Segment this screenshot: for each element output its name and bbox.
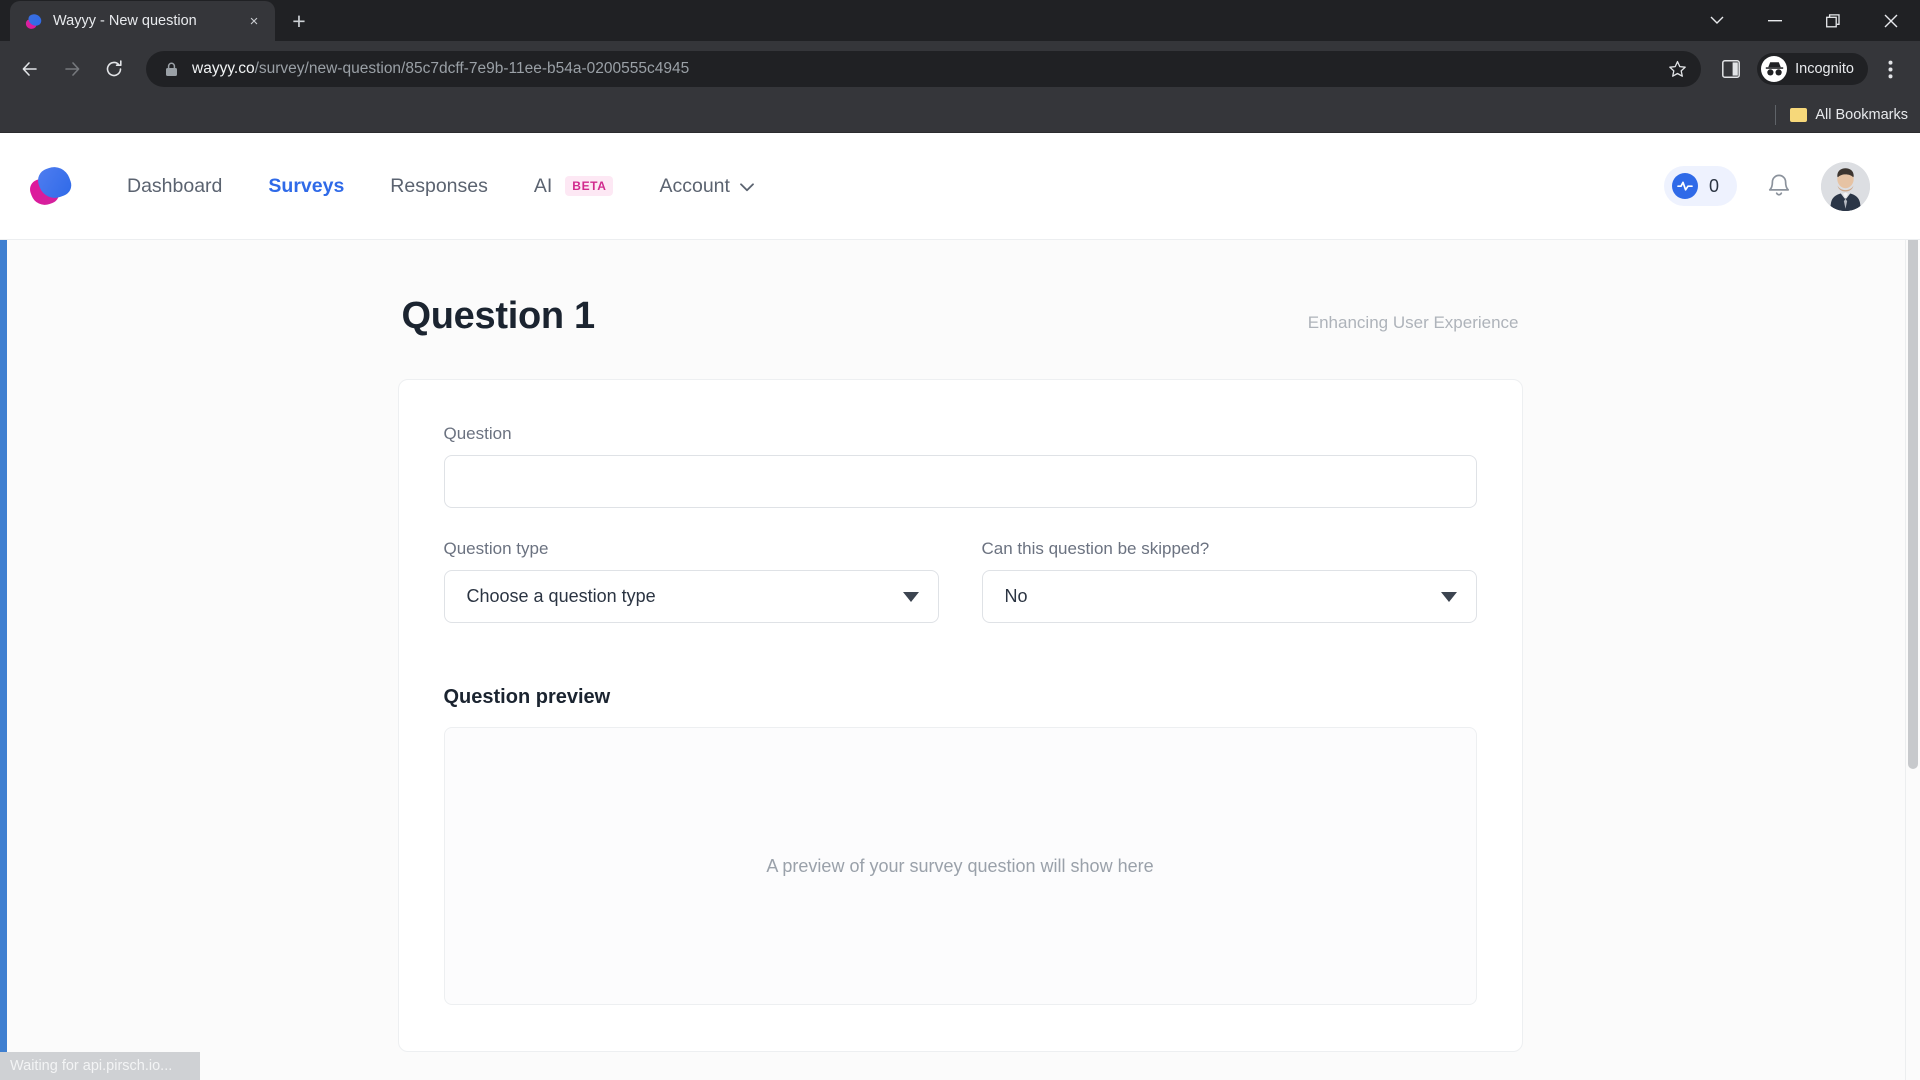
folder-icon xyxy=(1790,107,1808,122)
chevron-down-icon xyxy=(1440,591,1457,602)
back-icon[interactable] xyxy=(10,49,50,89)
page-viewport: Dashboard Surveys Responses AI BETA Acco… xyxy=(0,133,1920,1080)
main-nav: Dashboard Surveys Responses AI BETA Acco… xyxy=(104,175,777,198)
bookmark-star-icon[interactable] xyxy=(1659,60,1695,79)
new-tab-button[interactable]: + xyxy=(282,4,316,38)
skippable-label: Can this question be skipped? xyxy=(981,539,1210,558)
nav-item-ai[interactable]: AI BETA xyxy=(511,175,637,198)
question-type-value: Choose a question type xyxy=(466,586,656,606)
tab-title: Wayyy - New question xyxy=(53,13,197,29)
minimize-icon[interactable] xyxy=(1746,0,1804,41)
survey-name-label: Enhancing User Experience xyxy=(1307,313,1519,332)
close-window-icon[interactable] xyxy=(1862,0,1920,41)
browser-tab[interactable]: Wayyy - New question × xyxy=(10,1,275,41)
browser-toolbar: wayyy.co/survey/new-question/85c7dcff-7e… xyxy=(0,41,1920,97)
user-avatar[interactable] xyxy=(1821,161,1870,211)
save-row: Save Changes xyxy=(398,1052,1523,1080)
tab-search-chevron-icon[interactable] xyxy=(1688,0,1746,41)
nav-item-dashboard[interactable]: Dashboard xyxy=(104,175,245,198)
url-text: wayyy.co/survey/new-question/85c7dcff-7e… xyxy=(192,60,1659,78)
question-input[interactable] xyxy=(443,455,1477,508)
page-title: Question 1 xyxy=(401,295,596,337)
question-preview-box: A preview of your survey question will s… xyxy=(443,727,1477,1005)
incognito-icon xyxy=(1761,56,1788,82)
nav-item-account[interactable]: Account xyxy=(636,175,776,198)
nav-item-surveys[interactable]: Surveys xyxy=(245,175,367,198)
bell-icon[interactable] xyxy=(1765,172,1793,200)
nav-item-responses[interactable]: Responses xyxy=(367,175,511,198)
question-label: Question xyxy=(443,424,512,443)
skippable-select[interactable]: No xyxy=(981,570,1477,623)
side-panel-icon[interactable] xyxy=(1711,49,1751,89)
address-bar[interactable]: wayyy.co/survey/new-question/85c7dcff-7e… xyxy=(146,51,1702,87)
reload-icon[interactable] xyxy=(94,49,134,89)
incognito-indicator[interactable]: Incognito xyxy=(1757,53,1868,85)
browser-window: Wayyy - New question × + wayyy.co/survey… xyxy=(0,0,1920,1080)
bookmarks-divider xyxy=(1775,104,1777,125)
bookmarks-bar: All Bookmarks xyxy=(0,97,1920,133)
question-type-label: Question type xyxy=(443,539,549,558)
nav-right-group: 0 xyxy=(1663,161,1870,211)
page-scrollbar[interactable] xyxy=(1905,133,1920,1080)
restore-icon[interactable] xyxy=(1804,0,1862,41)
wayyy-logo-icon xyxy=(24,11,43,30)
question-type-select[interactable]: Choose a question type xyxy=(443,570,939,623)
lock-icon xyxy=(162,62,180,77)
credits-count: 0 xyxy=(1708,175,1719,196)
three-dot-menu-icon[interactable] xyxy=(1870,49,1910,89)
tab-strip: Wayyy - New question × + xyxy=(0,0,1920,41)
all-bookmarks-label[interactable]: All Bookmarks xyxy=(1815,107,1908,123)
url-path: /survey/new-question/85c7dcff-7e9b-11ee-… xyxy=(254,60,690,77)
skippable-group: Can this question be skipped? No xyxy=(981,539,1477,623)
chevron-down-icon xyxy=(740,175,754,198)
question-preview-heading: Question preview xyxy=(443,686,611,708)
close-icon[interactable]: × xyxy=(243,10,265,32)
wayyy-logo[interactable] xyxy=(27,162,75,209)
question-preview-empty-text: A preview of your survey question will s… xyxy=(766,855,1154,876)
nav-item-account-label: Account xyxy=(659,174,730,197)
question-form-card: Question Question type Choose a question… xyxy=(397,379,1523,1052)
forward-icon[interactable] xyxy=(52,49,92,89)
window-controls xyxy=(1688,0,1920,41)
url-host: wayyy.co xyxy=(192,60,255,77)
status-bar: Waiting for api.pirsch.io... xyxy=(0,1052,200,1080)
nav-item-ai-label: AI xyxy=(533,174,553,197)
page-header: Question 1 Enhancing User Experience xyxy=(398,295,1523,338)
credits-badge[interactable]: 0 xyxy=(1663,166,1737,206)
question-type-group: Question type Choose a question type xyxy=(443,539,939,623)
beta-badge: BETA xyxy=(565,176,614,196)
incognito-label: Incognito xyxy=(1795,61,1854,77)
skippable-value: No xyxy=(1004,586,1028,606)
form-row: Question type Choose a question type Can… xyxy=(443,539,1477,623)
app-navbar: Dashboard Surveys Responses AI BETA Acco… xyxy=(0,133,1920,240)
chevron-down-icon xyxy=(902,591,919,602)
page-content: Question 1 Enhancing User Experience Que… xyxy=(0,240,1920,1080)
activity-pulse-icon xyxy=(1671,173,1698,199)
